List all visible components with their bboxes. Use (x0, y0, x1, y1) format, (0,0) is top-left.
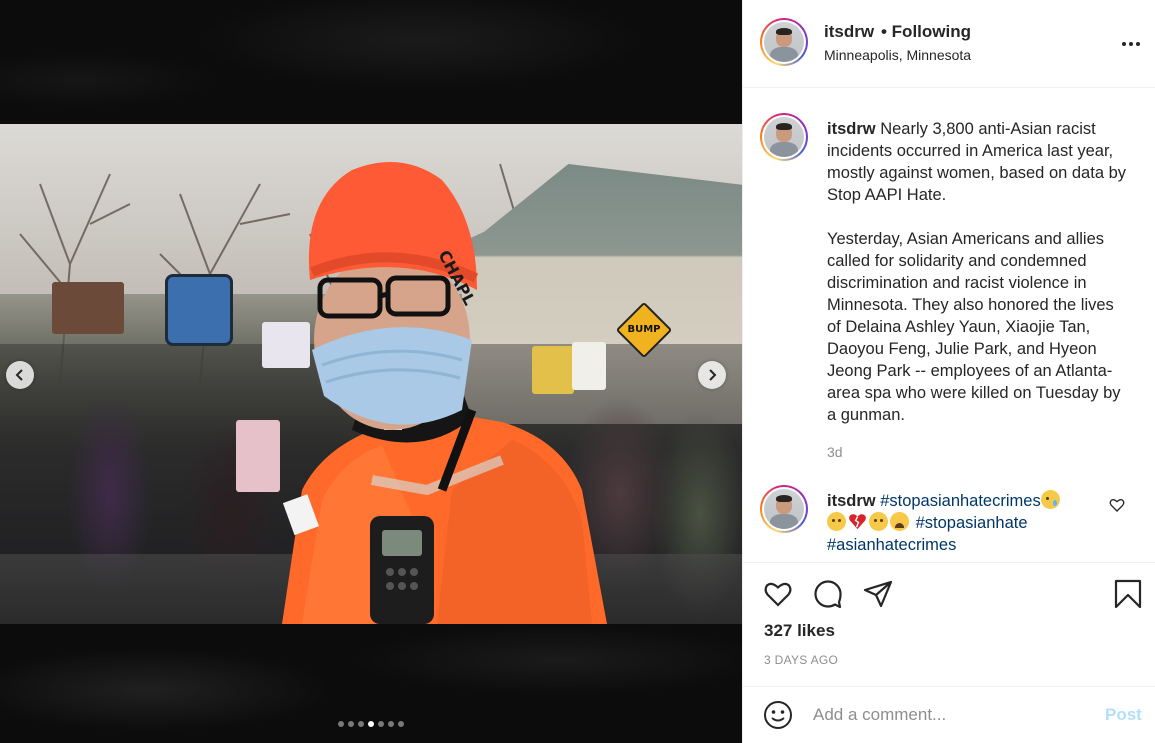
carousel-dot (398, 721, 404, 727)
crying-face-icon (1040, 490, 1060, 509)
post-actions: 327 likes 3 DAYS AGO (743, 562, 1155, 692)
carousel-next-button[interactable] (698, 361, 726, 389)
following-button[interactable]: • Following (881, 22, 971, 42)
bump-sign-label: BUMP (627, 324, 661, 335)
disappointed-face-icon (827, 512, 846, 531)
author-avatar[interactable] (760, 18, 808, 66)
bookmark-icon[interactable] (1113, 579, 1143, 609)
author-username[interactable]: itsdrw (824, 22, 874, 42)
comment-username[interactable]: itsdrw (827, 492, 876, 510)
caption-paragraph-2: Yesterday, Asian Americans and allies ca… (827, 230, 1121, 424)
comment-input[interactable] (813, 703, 1093, 727)
like-count[interactable]: 327 likes (764, 621, 835, 641)
smiley-icon[interactable] (763, 700, 793, 730)
more-options-button[interactable] (1119, 36, 1143, 52)
carousel-dot (368, 721, 374, 727)
photo-subject-volunteer: CHAPL (282, 162, 607, 624)
carousel-dot (348, 721, 354, 727)
caption-username[interactable]: itsdrw (827, 120, 876, 138)
hashtag-link[interactable]: #stopasianhate (916, 514, 1028, 532)
paper-plane-icon[interactable] (863, 579, 893, 609)
hashtag-link[interactable]: #stopasianhatecrimes (880, 492, 1041, 510)
carousel-dot (338, 721, 344, 727)
chevron-right-icon (709, 369, 717, 381)
post-header: itsdrw • Following Minneapolis, Minnesot… (743, 0, 1155, 88)
post-location[interactable]: Minneapolis, Minnesota (824, 47, 971, 63)
caption-age: 3d (827, 444, 843, 460)
disappointed-face-icon (869, 512, 888, 531)
carousel-prev-button[interactable] (6, 361, 34, 389)
comments-list[interactable]: itsdrw Nearly 3,800 anti-Asian racist in… (743, 89, 1155, 562)
carousel-dot (388, 721, 394, 727)
comment-text: itsdrw #stopasianhatecrimes #stopasianha… (827, 490, 1107, 556)
comment-like-heart-icon[interactable] (1109, 497, 1125, 513)
post-date: 3 DAYS AGO (764, 653, 839, 667)
hashtag-link[interactable]: #asianhatecrimes (827, 536, 956, 554)
add-comment-bar: Post (743, 686, 1155, 743)
post-side-panel: itsdrw • Following Minneapolis, Minnesot… (742, 0, 1155, 743)
post-comment-button[interactable]: Post (1105, 705, 1142, 725)
comment-avatar[interactable] (760, 485, 808, 533)
comment-icon[interactable] (813, 579, 843, 609)
ellipsis-icon (1122, 42, 1126, 46)
carousel-dot (378, 721, 384, 727)
chevron-left-icon (15, 369, 23, 381)
protest-sign-globe (165, 274, 233, 346)
caption-text: itsdrw Nearly 3,800 anti-Asian racist in… (827, 118, 1132, 426)
carousel-dot (358, 721, 364, 727)
weary-face-icon (890, 512, 909, 531)
post-photo: CHAPL BUMP (0, 124, 742, 624)
carousel-indicator (0, 721, 742, 727)
heart-icon[interactable] (763, 579, 793, 609)
post-media: CHAPL BUMP (0, 0, 742, 743)
caption-avatar[interactable] (760, 113, 808, 161)
protest-sign (52, 282, 124, 334)
broken-heart-icon (849, 514, 866, 530)
